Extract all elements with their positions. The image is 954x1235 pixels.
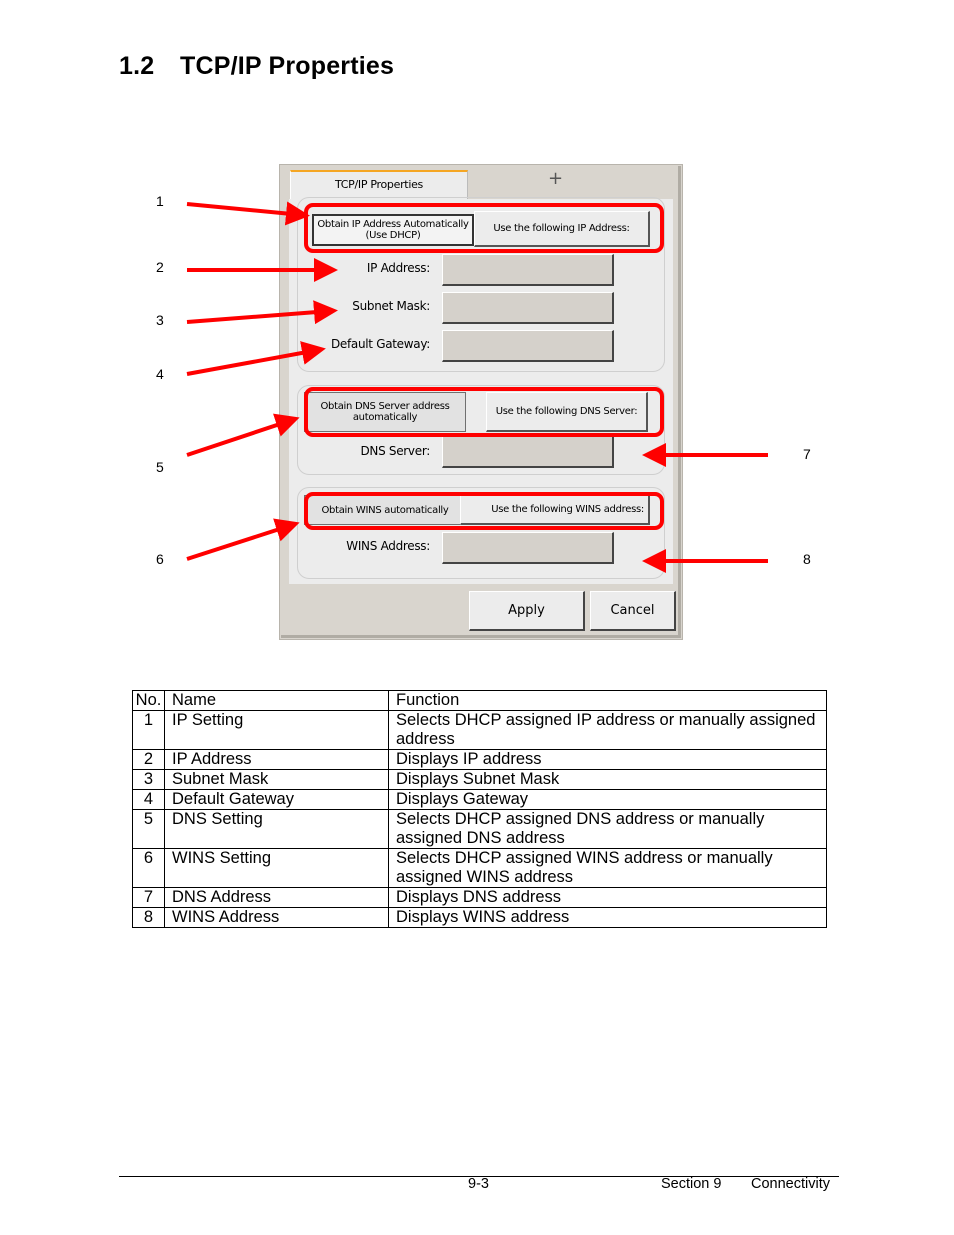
row-name: DNS Setting [164,809,389,849]
footer-section: Section 9 [661,1176,722,1192]
cancel-button[interactable]: Cancel [590,591,676,631]
callout-6: 6 [156,551,164,567]
callout-1: 1 [156,193,164,209]
arrow-5 [186,413,300,457]
callout-5: 5 [156,459,164,475]
row-function: Displays IP address [388,749,827,770]
table-row: 6 WINS Setting Selects DHCP assigned WIN… [132,848,827,888]
table-row: 7 DNS Address Displays DNS address [132,887,827,908]
section-number: 1.2 [119,52,155,80]
default-gateway-label: Default Gateway: [330,337,430,351]
row-no: 2 [132,749,165,770]
dns-server-field[interactable] [442,436,614,468]
row-name: IP Address [164,749,389,770]
row-name: IP Setting [164,710,389,750]
highlight-dns-setting [304,387,664,437]
highlight-wins-setting [304,492,664,530]
footer-chapter: Connectivity [751,1176,830,1192]
default-gateway-field[interactable] [442,330,614,362]
row-name: WINS Address [164,907,389,928]
subnet-mask-field[interactable] [442,292,614,324]
callout-2: 2 [156,259,164,275]
table-row: 3 Subnet Mask Displays Subnet Mask [132,769,827,790]
wins-address-field[interactable] [442,532,614,564]
dns-server-label: DNS Server: [360,444,430,458]
header-function: Function [388,690,827,711]
callout-4: 4 [156,366,164,382]
header-no: No. [132,690,165,711]
table-row: 4 Default Gateway Displays Gateway [132,789,827,810]
row-name: Default Gateway [164,789,389,810]
ip-address-field[interactable] [442,254,614,286]
table-row: 1 IP Setting Selects DHCP assigned IP ad… [132,710,827,750]
row-no: 1 [132,710,165,750]
row-name: Subnet Mask [164,769,389,790]
header-name: Name [164,690,389,711]
section-title: TCP/IP Properties [180,52,395,80]
callout-8: 8 [803,551,811,567]
row-no: 5 [132,809,165,849]
arrow-6 [186,518,300,561]
row-name: WINS Setting [164,848,389,888]
row-function: Selects DHCP assigned DNS address or man… [388,809,827,849]
ip-address-label: IP Address: [366,261,430,275]
cursor-crosshair-icon: + [548,168,564,189]
table-row: 5 DNS Setting Selects DHCP assigned DNS … [132,809,827,849]
callout-3: 3 [156,312,164,328]
highlight-ip-setting [304,203,664,253]
section-heading: 1.2 TCP/IP Properties [119,52,394,81]
row-no: 6 [132,848,165,888]
row-function: Displays Subnet Mask [388,769,827,790]
subnet-mask-label: Subnet Mask: [352,299,430,313]
wins-address-label: WINS Address: [346,539,430,553]
row-function: Selects DHCP assigned IP address or manu… [388,710,827,750]
row-function: Displays DNS address [388,887,827,908]
row-function: Displays WINS address [388,907,827,928]
apply-button[interactable]: Apply [469,591,585,631]
table-row: 2 IP Address Displays IP address [132,749,827,770]
row-no: 4 [132,789,165,810]
row-no: 8 [132,907,165,928]
row-function: Selects DHCP assigned WINS address or ma… [388,848,827,888]
table-header-row: No. Name Function [132,690,827,711]
function-table: No. Name Function 1 IP Setting Selects D… [132,690,827,928]
callout-7: 7 [803,446,811,462]
row-function: Displays Gateway [388,789,827,810]
footer-page-number: 9-3 [468,1176,489,1192]
row-no: 3 [132,769,165,790]
row-no: 7 [132,887,165,908]
table-row: 8 WINS Address Displays WINS address [132,907,827,928]
row-name: DNS Address [164,887,389,908]
tab-tcpip-properties[interactable]: TCP/IP Properties [290,170,468,200]
